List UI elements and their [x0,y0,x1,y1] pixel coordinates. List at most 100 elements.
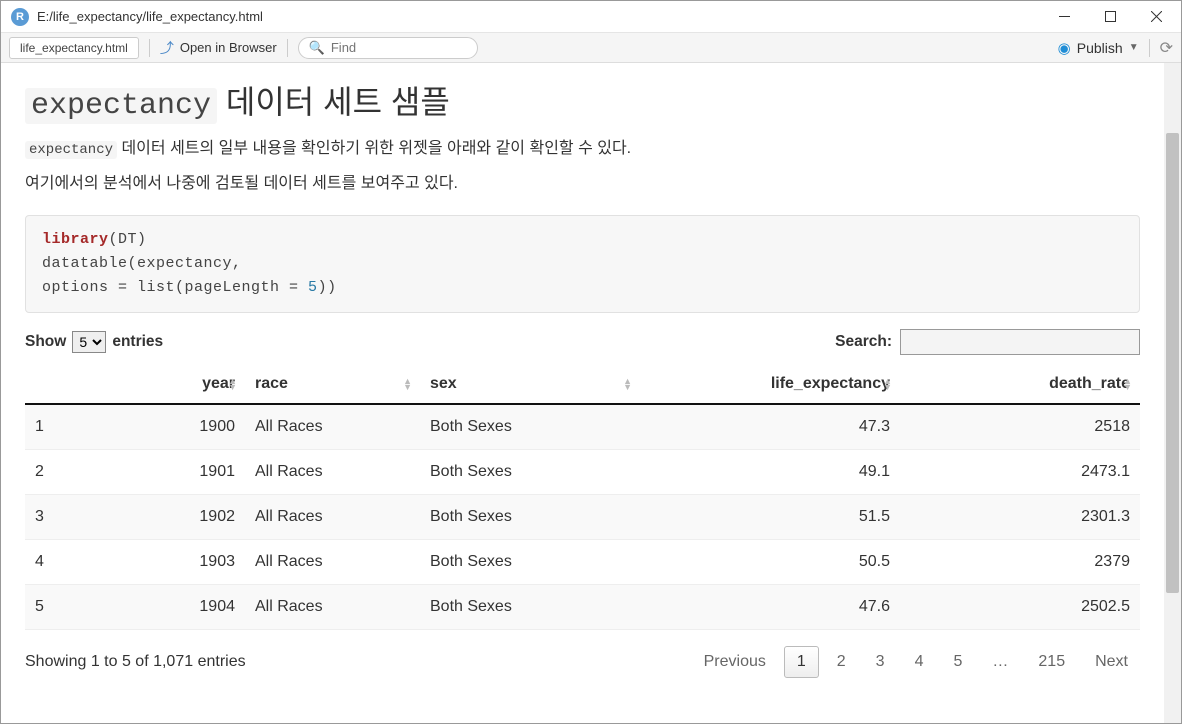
search-label: Search: [835,333,892,351]
cell-year: 1901 [85,449,245,494]
cell-year: 1900 [85,404,245,450]
sort-icon: ▲▼ [403,378,412,390]
cell-index: 4 [25,539,85,584]
pager-next[interactable]: Next [1083,647,1140,677]
publish-button[interactable]: ◉ Publish ▼ [1058,39,1139,57]
data-table: year▲▼ race▲▼ sex▲▼ life_expectancy▲▼ de… [25,365,1140,630]
cell-race: All Races [245,404,420,450]
cell-race: All Races [245,584,420,629]
vertical-scrollbar[interactable] [1164,63,1181,723]
cell-death-rate: 2379 [900,539,1140,584]
close-button[interactable] [1133,2,1179,32]
cell-sex: Both Sexes [420,404,640,450]
cell-life-expectancy: 50.5 [640,539,900,584]
sort-icon: ▲▼ [623,378,632,390]
pager-ellipsis[interactable]: … [980,647,1020,677]
cell-sex: Both Sexes [420,449,640,494]
window: R E:/life_expectancy/life_expectancy.htm… [0,0,1182,724]
cell-life-expectancy: 49.1 [640,449,900,494]
datatable-controls: Show 5 entries Search: [25,329,1140,355]
code-line2: datatable(expectancy, [42,255,242,272]
file-tab[interactable]: life_expectancy.html [9,37,139,59]
cell-race: All Races [245,494,420,539]
cell-year: 1902 [85,494,245,539]
pager-page-3[interactable]: 3 [864,647,897,677]
cell-index: 1 [25,404,85,450]
search-input[interactable] [900,329,1140,355]
search-icon: 🔍 [309,40,325,56]
col-year[interactable]: year▲▼ [85,365,245,404]
pager-page-215[interactable]: 215 [1026,647,1077,677]
maximize-button[interactable] [1087,2,1133,32]
refresh-button[interactable]: ⟳ [1160,38,1173,58]
cell-index: 3 [25,494,85,539]
divider [149,39,150,57]
title-code: expectancy [25,88,217,124]
table-row: 41903All RacesBoth Sexes50.52379 [25,539,1140,584]
length-control: Show 5 entries [25,331,163,353]
cell-death-rate: 2518 [900,404,1140,450]
code-line1-rest: (DT) [109,231,147,248]
cell-year: 1903 [85,539,245,584]
open-in-browser-button[interactable]: ⤴ Open in Browser [160,38,277,58]
pager-page-1[interactable]: 1 [784,646,819,678]
cell-sex: Both Sexes [420,539,640,584]
titlebar: R E:/life_expectancy/life_expectancy.htm… [1,1,1181,33]
page-title: expectancy 데이터 세트 샘플 [25,77,1140,123]
col-le-label: life_expectancy [771,375,890,392]
sort-icon: ▲▼ [883,378,892,390]
col-race-label: race [255,375,288,392]
search-control: Search: [835,329,1140,355]
code-number: 5 [308,279,318,296]
code-line3a: options = list(pageLength = [42,279,308,296]
window-title: E:/life_expectancy/life_expectancy.html [37,9,1041,24]
cell-death-rate: 2473.1 [900,449,1140,494]
divider [1149,39,1150,57]
find-box[interactable]: 🔍 [298,37,478,59]
content-area: expectancy 데이터 세트 샘플 expectancy 데이터 세트의 … [1,63,1181,723]
sort-icon: ▲▼ [1123,378,1132,390]
app-icon: R [11,8,29,26]
show-label: Show [25,333,66,351]
col-sex-label: sex [430,375,457,392]
datatable-footer: Showing 1 to 5 of 1,071 entries Previous… [25,646,1140,678]
cell-year: 1904 [85,584,245,629]
col-life-expectancy[interactable]: life_expectancy▲▼ [640,365,900,404]
window-controls [1041,2,1179,32]
minimize-button[interactable] [1041,2,1087,32]
intro-paragraph-1: expectancy 데이터 세트의 일부 내용을 확인하기 위한 위젯을 아래… [25,137,1140,162]
title-text: 데이터 세트 샘플 [217,84,450,120]
page-length-select[interactable]: 5 [72,331,106,353]
cell-life-expectancy: 51.5 [640,494,900,539]
cell-sex: Both Sexes [420,494,640,539]
intro-text-1: 데이터 세트의 일부 내용을 확인하기 위한 위젯을 아래와 같이 확인할 수 … [117,140,631,157]
col-race[interactable]: race ▲▼ [245,365,420,404]
cell-race: All Races [245,539,420,584]
pager-page-2[interactable]: 2 [825,647,858,677]
col-death-rate[interactable]: death_rate▲▼ [900,365,1140,404]
pager-page-4[interactable]: 4 [903,647,936,677]
chevron-down-icon: ▼ [1129,42,1139,53]
pagination: Previous12345…215Next [692,646,1140,678]
pager-page-5[interactable]: 5 [941,647,974,677]
viewer: expectancy 데이터 세트 샘플 expectancy 데이터 세트의 … [1,63,1164,723]
table-row: 31902All RacesBoth Sexes51.52301.3 [25,494,1140,539]
intro-code: expectancy [25,141,117,159]
table-info: Showing 1 to 5 of 1,071 entries [25,653,246,671]
find-input[interactable] [331,40,467,55]
publish-icon: ◉ [1058,39,1071,57]
publish-label: Publish [1077,40,1123,56]
sort-icon: ▲▼ [228,378,237,390]
scrollbar-thumb[interactable] [1166,133,1179,593]
browser-icon: ⤴ [160,38,174,58]
toolbar: life_expectancy.html ⤴ Open in Browser 🔍… [1,33,1181,63]
cell-race: All Races [245,449,420,494]
pager-previous[interactable]: Previous [692,647,778,677]
table-row: 11900All RacesBoth Sexes47.32518 [25,404,1140,450]
col-sex[interactable]: sex ▲▼ [420,365,640,404]
code-keyword: library [42,231,109,248]
col-index[interactable] [25,365,85,404]
cell-death-rate: 2301.3 [900,494,1140,539]
col-dr-label: death_rate [1049,375,1130,392]
entries-label: entries [112,333,163,351]
